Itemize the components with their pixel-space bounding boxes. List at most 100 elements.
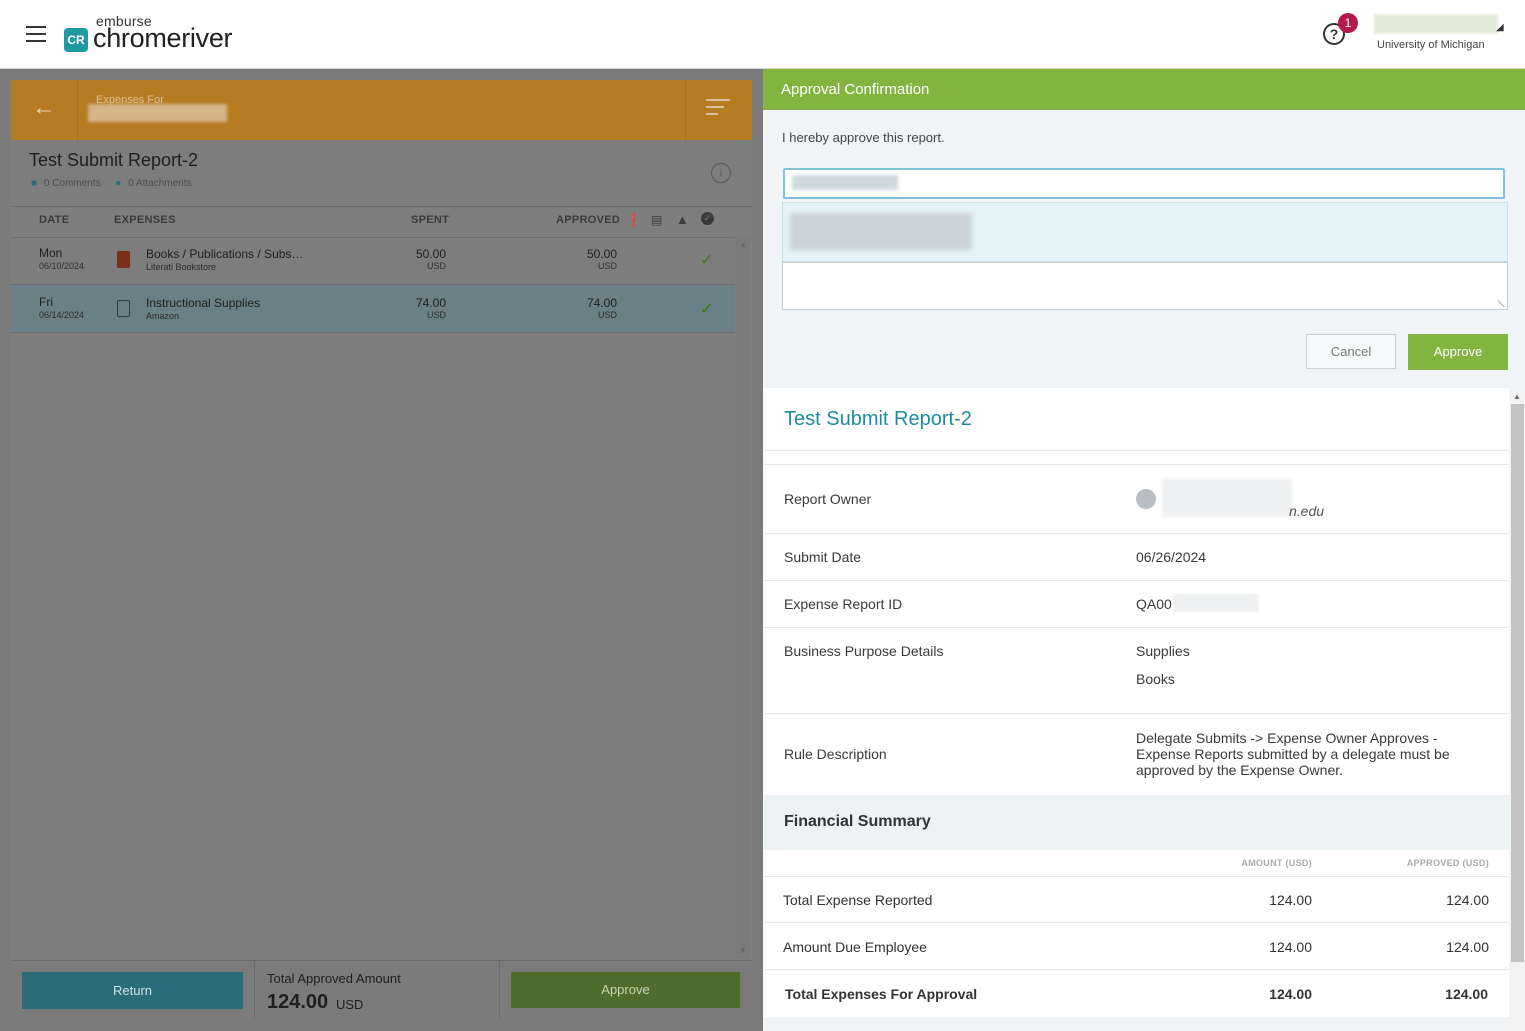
row-approved: 50.00: [586, 247, 617, 261]
submit-date-value: 06/26/2024: [1136, 549, 1207, 565]
expense-report-id-label: Expense Report ID: [784, 596, 903, 612]
report-owner-label: Report Owner: [784, 491, 872, 507]
total-approved-label: Total Approved Amount: [267, 971, 401, 986]
column-header-date[interactable]: DATE: [39, 214, 69, 226]
notebook-icon: [117, 300, 130, 317]
info-icon[interactable]: i: [711, 163, 731, 183]
avatar-icon: [1136, 489, 1156, 509]
separator: [764, 580, 1509, 581]
report-title: Test Submit Report-2: [29, 150, 199, 170]
row-vendor: Amazon: [146, 311, 180, 321]
paperclip-icon: ●: [115, 178, 122, 189]
comment-icon: ■: [31, 178, 38, 189]
report-details-title: Test Submit Report-2: [784, 408, 972, 430]
suggestion-text-redacted: [790, 213, 972, 250]
approved-column-icon: ✓: [701, 212, 714, 225]
approver-input-value-redacted: [792, 175, 898, 190]
expenses-for-name-redacted: [88, 104, 227, 122]
approve-button[interactable]: Approve: [1408, 334, 1508, 370]
approved-check-icon: ✓: [700, 252, 714, 269]
notification-badge: 1: [1338, 13, 1358, 33]
financial-total-amount: 124.00: [1269, 986, 1312, 1002]
attachment-column-icon: ❗: [626, 213, 641, 227]
financial-total-label: Total Expenses For Approval: [785, 986, 978, 1002]
financial-summary-title: Financial Summary: [784, 813, 931, 830]
hamburger-menu-icon[interactable]: [26, 26, 46, 42]
separator: [764, 450, 1509, 451]
user-name-redacted[interactable]: [1374, 14, 1498, 34]
approved-column-header: APPROVED (USD): [1406, 858, 1489, 868]
approval-statement: I hereby approve this report.: [782, 130, 945, 145]
column-header-spent[interactable]: SPENT: [411, 214, 449, 226]
owner-email-redacted: [1162, 479, 1292, 517]
list-scrollbar[interactable]: [736, 237, 750, 959]
row-day: Mon: [39, 246, 63, 260]
separator: [764, 464, 1509, 465]
row-expense-name: Instructional Supplies: [146, 296, 261, 310]
row-spent: 74.00: [415, 296, 446, 310]
financial-row-label: Amount Due Employee: [783, 939, 927, 955]
financial-row-amount: 124.00: [1269, 892, 1312, 908]
total-approved-value: 124.00: [267, 991, 329, 1013]
attachments-label: 0 Attachments: [128, 178, 192, 189]
financial-row-approved: 124.00: [1446, 939, 1489, 955]
panel-bottom: [764, 1017, 1509, 1031]
business-purpose-label: Business Purpose Details: [784, 643, 944, 659]
sort-icon[interactable]: [706, 99, 730, 120]
row-approved-currency: USD: [597, 310, 617, 320]
financial-total-approved: 124.00: [1445, 986, 1488, 1002]
financial-row-label: Total Expense Reported: [783, 892, 933, 908]
separator: [764, 627, 1509, 628]
scroll-up-icon[interactable]: ▲: [739, 240, 747, 249]
footer-divider: [499, 961, 500, 1018]
header-divider: [685, 80, 686, 140]
separator: [764, 533, 1509, 534]
business-purpose-value: Books: [1136, 671, 1175, 687]
footer-divider: [254, 961, 255, 1018]
report-details: [764, 388, 1509, 1031]
approved-check-icon: ✓: [700, 301, 714, 318]
separator: [764, 876, 1509, 877]
comment-column-icon: ▤: [651, 213, 663, 227]
table-divider: [11, 206, 752, 207]
row-date: 06/10/2024: [39, 261, 85, 271]
approval-comment-textarea[interactable]: [782, 262, 1508, 310]
separator: [764, 969, 1509, 970]
details-scrollbar-thumb[interactable]: [1511, 404, 1524, 962]
logo-chromeriver-text: chromeriver: [93, 23, 233, 53]
comments-count[interactable]: ■ 0 Comments ● 0 Attachments: [31, 178, 192, 189]
back-arrow-icon[interactable]: ←: [32, 94, 56, 122]
owner-email: n.edu: [1289, 503, 1325, 519]
book-icon: [117, 251, 130, 268]
rule-description-label: Rule Description: [784, 746, 887, 762]
separator: [764, 713, 1509, 714]
row-spent: 50.00: [415, 247, 446, 261]
submit-date-label: Submit Date: [784, 549, 862, 565]
approve-report-button[interactable]: Approve: [511, 972, 740, 1008]
column-header-approved[interactable]: APPROVED: [556, 214, 620, 226]
expense-report-id-value: QA00: [1136, 596, 1172, 612]
organization-name: University of Michigan: [1377, 39, 1485, 51]
user-menu-caret-icon[interactable]: ◢: [1496, 22, 1504, 33]
business-purpose-value: Supplies: [1136, 643, 1190, 659]
row-approved-currency: USD: [597, 261, 617, 271]
scroll-down-icon[interactable]: ▼: [739, 946, 747, 955]
row-expense-name: Books / Publications / Subs…: [146, 247, 304, 261]
row-approved: 74.00: [586, 296, 617, 310]
report-id-redacted: [1173, 594, 1259, 612]
row-date: 06/14/2024: [39, 310, 85, 320]
header-divider: [77, 80, 78, 140]
chromeriver-logo-icon: CR: [64, 28, 88, 52]
scroll-up-icon[interactable]: ▲: [1513, 392, 1521, 401]
total-approved-currency: USD: [336, 997, 364, 1012]
column-header-expenses[interactable]: EXPENSES: [114, 214, 176, 226]
approval-confirmation-title: Approval Confirmation: [781, 81, 930, 98]
row-vendor: Literati Bookstore: [146, 262, 217, 272]
financial-row-approved: 124.00: [1446, 892, 1489, 908]
return-button[interactable]: Return: [22, 972, 243, 1009]
warning-column-icon: ▲: [676, 212, 689, 227]
row-day: Fri: [39, 295, 53, 309]
row-spent-currency: USD: [426, 261, 446, 271]
row-spent-currency: USD: [426, 310, 446, 320]
cancel-button[interactable]: Cancel: [1306, 334, 1396, 369]
